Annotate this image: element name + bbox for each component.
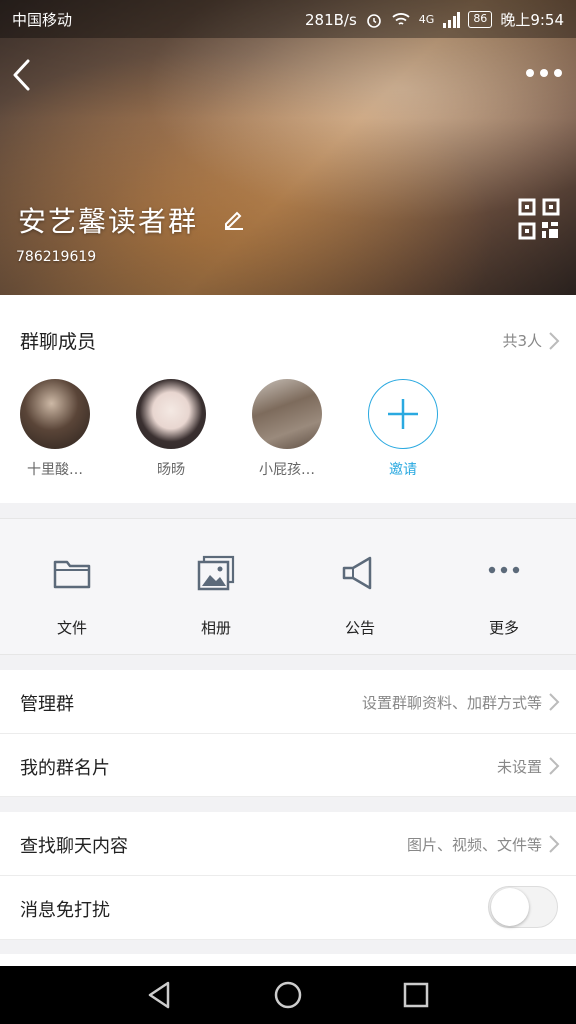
album-label: 相册 (200, 619, 231, 637)
mute-row: 消息免打扰 (0, 876, 576, 940)
chevron-right-icon[interactable] (548, 331, 560, 351)
group-card-label: 我的群名片 (20, 758, 110, 779)
chevron-right-icon (549, 693, 560, 711)
member-name: 小屁孩… (259, 462, 315, 478)
member-name: 旸旸 (157, 462, 185, 478)
mute-label: 消息免打扰 (20, 900, 110, 921)
status-right: 281B/s 4G 86 晚上9:54 (305, 9, 564, 30)
toggle-knob (491, 888, 529, 926)
network-type: 4G (418, 13, 435, 26)
megaphone-icon (342, 556, 372, 590)
announcement-button[interactable]: 公告 (288, 519, 432, 656)
photo-album-icon (197, 555, 235, 591)
clock: 晚上9:54 (500, 11, 564, 29)
search-history-value: 图片、视频、文件等 (406, 836, 542, 854)
members-title: 群聊成员 (20, 331, 97, 353)
carrier-label: 中国移动 (12, 11, 73, 29)
manage-group-row[interactable]: 管理群 设置群聊资料、加群方式等 (0, 670, 576, 734)
manage-group-label: 管理群 (20, 694, 74, 715)
more-label: 更多 (488, 619, 519, 637)
group-id: 786219619 (16, 249, 97, 265)
net-speed: 281B/s (304, 10, 357, 29)
member-item[interactable]: 旸旸 (126, 379, 216, 479)
more-dots-icon (488, 566, 520, 574)
nav-home-icon[interactable] (272, 979, 304, 1011)
folder-icon (53, 560, 91, 589)
add-member-icon (368, 379, 438, 449)
avatar (20, 379, 90, 449)
invite-button[interactable]: 邀请 (358, 379, 448, 479)
member-name: 十里酸… (27, 462, 83, 478)
system-nav-bar (0, 966, 576, 1024)
battery-indicator: 86 (468, 11, 493, 28)
edit-name-icon[interactable] (222, 208, 244, 230)
avatar (252, 379, 322, 449)
alarm-icon (366, 13, 381, 28)
members-section: 群聊成员 共3人 十里酸… 旸旸 小屁孩… 邀请 (0, 295, 576, 503)
nav-back-icon[interactable] (144, 979, 176, 1011)
more-options-button[interactable] (524, 62, 564, 84)
more-button[interactable]: 更多 (432, 519, 576, 656)
group-card-value: 未设置 (496, 758, 542, 776)
manage-group-value: 设置群聊资料、加群方式等 (361, 694, 542, 712)
member-item[interactable]: 十里酸… (10, 379, 100, 479)
qr-code-icon[interactable] (518, 198, 560, 240)
quick-actions: 文件 相册 公告 更多 (0, 518, 576, 655)
chevron-right-icon (549, 757, 560, 775)
search-history-label: 查找聊天内容 (20, 836, 128, 857)
files-button[interactable]: 文件 (0, 519, 144, 656)
files-label: 文件 (56, 619, 87, 637)
album-button[interactable]: 相册 (144, 519, 288, 656)
signal-icon (443, 11, 461, 28)
status-bar: 中国移动 281B/s 4G 86 晚上9:54 (0, 0, 576, 38)
chevron-right-icon (549, 835, 560, 853)
search-history-row[interactable]: 查找聊天内容 图片、视频、文件等 (0, 812, 576, 876)
invite-label: 邀请 (389, 462, 417, 478)
announcement-label: 公告 (344, 619, 375, 637)
member-count[interactable]: 共3人 (502, 330, 542, 351)
avatar (136, 379, 206, 449)
nav-recents-icon[interactable] (400, 979, 432, 1011)
wifi-icon (392, 12, 410, 25)
mute-toggle[interactable] (488, 886, 558, 928)
back-button[interactable] (10, 58, 34, 92)
group-card-row[interactable]: 我的群名片 未设置 (0, 734, 576, 797)
group-name: 安艺馨读者群 (18, 205, 199, 238)
member-item[interactable]: 小屁孩… (242, 379, 332, 479)
